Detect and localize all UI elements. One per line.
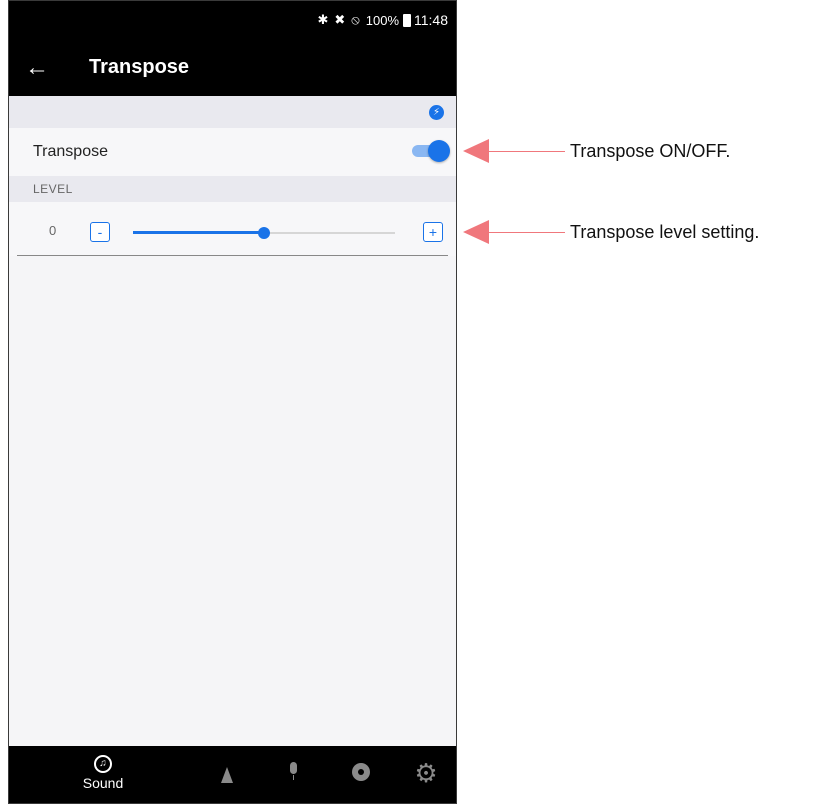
disc-icon (352, 763, 370, 781)
arrow-left-icon[interactable]: ← (9, 55, 65, 80)
level-decrease-button[interactable]: - (90, 222, 110, 242)
nav-settings[interactable]: ⚙ (413, 746, 439, 803)
callout-arrow-transpose (463, 139, 489, 163)
callout-transpose-toggle: Transpose ON/OFF. (570, 141, 731, 161)
slider-knob[interactable] (258, 227, 270, 239)
toggle-thumb (428, 140, 450, 162)
callout-level-setting: Transpose level setting. (570, 222, 760, 242)
nav-metronome[interactable] (217, 746, 237, 803)
callout-arrow-level (463, 220, 489, 244)
slider-fill (133, 231, 264, 234)
nav-sound-label: Sound (82, 775, 124, 791)
nav-disc[interactable] (348, 746, 374, 803)
transpose-label: Transpose (33, 143, 108, 160)
level-slider[interactable] (133, 227, 395, 239)
page: ✱ ✖ ⦸ 100% 11:48 ← Transpose ⚡ Transpose… (0, 0, 824, 806)
nav-sound[interactable]: ♫ Sound (73, 746, 133, 803)
level-header-label: LEVEL (33, 182, 73, 196)
status-bar: ✱ ✖ ⦸ 100% 11:48 (9, 1, 456, 39)
do-not-disturb-icon: ⦸ (351, 12, 360, 27)
page-title: Transpose (89, 56, 190, 78)
phone-screen: ✱ ✖ ⦸ 100% 11:48 ← Transpose ⚡ Transpose… (8, 0, 457, 804)
bottom-nav: ♫ Sound ⚙ (9, 746, 456, 803)
level-divider (17, 255, 448, 256)
transpose-toggle[interactable] (412, 140, 450, 162)
callout-line-transpose (489, 151, 565, 152)
bluetooth-icon: ✱ (317, 12, 329, 27)
battery-level: 100% (365, 12, 399, 28)
nav-microphone[interactable] (283, 746, 303, 803)
microphone-icon (289, 762, 297, 774)
battery-icon (403, 13, 411, 27)
transpose-row: Transpose (9, 128, 456, 176)
info-strip: ⚡ (9, 96, 456, 128)
callout-line-level (489, 232, 565, 233)
level-increase-button[interactable]: + (423, 222, 443, 242)
app-bar: ← Transpose (9, 39, 456, 96)
vibrate-mute-icon: ✖ (334, 12, 346, 27)
gear-icon: ⚙ (414, 758, 438, 788)
music-note-icon: ♫ (94, 755, 112, 773)
status-time: 11:48 (414, 12, 448, 28)
metronome-icon (221, 767, 233, 783)
bolt-icon[interactable]: ⚡ (429, 105, 444, 120)
level-value: 0 (49, 223, 57, 238)
level-section-header: LEVEL (9, 176, 456, 202)
microphone-stand (292, 775, 294, 780)
